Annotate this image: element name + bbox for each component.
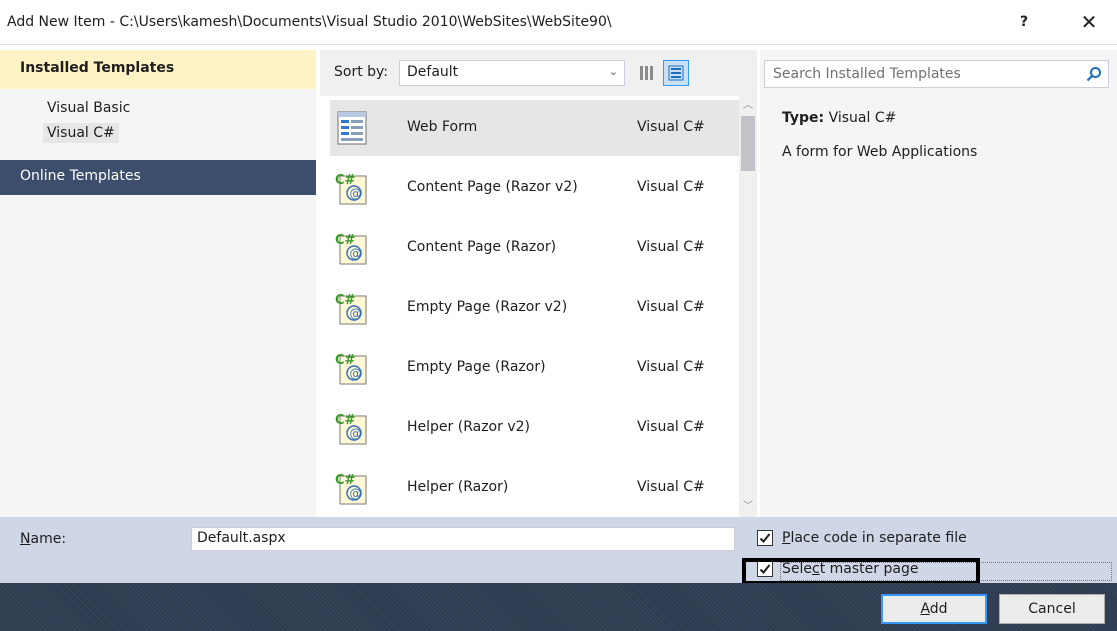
template-details-panel: Type: Visual C# A form for Web Applicati… — [760, 50, 1117, 517]
template-language: Visual C# — [637, 299, 705, 315]
template-row-web-form[interactable]: Web Form Visual C# — [330, 100, 740, 156]
sort-toolbar: Sort by: Default ⌄ — [320, 50, 757, 96]
sort-by-select[interactable]: Default ⌄ — [399, 60, 625, 86]
name-label: Name: — [20, 531, 66, 547]
scroll-up-arrow-icon[interactable]: ︿ — [739, 98, 757, 114]
separate-file-checkbox[interactable] — [757, 530, 773, 546]
template-row-helper-razor[interactable]: C# @ Helper (Razor) Visual C# — [330, 460, 740, 516]
add-button[interactable]: Add — [881, 594, 987, 624]
search-box — [764, 60, 1109, 88]
chevron-down-icon: ⌄ — [608, 65, 618, 78]
svg-text:@: @ — [350, 187, 362, 201]
search-icon[interactable] — [1086, 66, 1102, 82]
template-row-empty-page-razor[interactable]: C# @ Empty Page (Razor) Visual C# — [330, 340, 740, 396]
template-language: Visual C# — [637, 239, 705, 255]
template-language: Visual C# — [637, 119, 705, 135]
add-button-accel: A — [920, 601, 930, 617]
template-row-helper-razor-v2[interactable]: C# @ Helper (Razor v2) Visual C# — [330, 400, 740, 456]
tree-item-visual-csharp[interactable]: Visual C# — [43, 123, 119, 143]
search-input[interactable] — [765, 61, 1075, 87]
name-label-accel: N — [20, 531, 31, 547]
item-options-area: Name: Default.aspx Place code in separat… — [0, 517, 1117, 585]
template-row-content-page-razor-v2[interactable]: C# @ Content Page (Razor v2) Visual C# — [330, 160, 740, 216]
tree-item-visual-basic[interactable]: Visual Basic — [43, 98, 134, 118]
razor-page-icon: C# @ — [335, 473, 367, 505]
templates-panel: Sort by: Default ⌄ Web Form Visual C# C#… — [320, 50, 757, 517]
dialog-footer: Add Cancel — [0, 583, 1117, 631]
svg-text:@: @ — [350, 427, 362, 441]
installed-templates-header[interactable]: Installed Templates — [0, 50, 316, 89]
razor-page-icon: C# @ — [335, 173, 367, 205]
template-name: Content Page (Razor) — [407, 239, 557, 255]
type-label: Type: — [782, 110, 825, 126]
template-language: Visual C# — [637, 419, 705, 435]
close-button[interactable]: ✕ — [1076, 10, 1102, 34]
template-type-line: Type: Visual C# — [782, 110, 896, 126]
svg-text:@: @ — [350, 487, 362, 501]
checkmark-icon — [759, 533, 771, 543]
small-icons-view-button[interactable] — [634, 60, 660, 86]
title-bar: Add New Item - C:\Users\kamesh\Documents… — [0, 0, 1117, 45]
template-language: Visual C# — [637, 479, 705, 495]
cancel-button[interactable]: Cancel — [999, 594, 1105, 624]
separate-file-label: Place code in separate file — [782, 530, 967, 546]
highlight-annotation-box — [742, 558, 980, 585]
template-list: Web Form Visual C# C# @ Content Page (Ra… — [320, 96, 757, 517]
template-name: Content Page (Razor v2) — [407, 179, 578, 195]
template-name: Empty Page (Razor v2) — [407, 299, 568, 315]
razor-page-icon: C# @ — [335, 353, 367, 385]
template-categories-panel: Installed Templates Visual Basic Visual … — [0, 50, 316, 517]
template-name: Helper (Razor) — [407, 479, 509, 495]
list-view-icon — [668, 65, 684, 81]
name-field[interactable]: Default.aspx — [191, 527, 735, 551]
template-name: Empty Page (Razor) — [407, 359, 546, 375]
scroll-down-arrow-icon[interactable]: ﹀ — [739, 499, 757, 515]
separate-file-option[interactable]: Place code in separate file — [757, 530, 967, 546]
name-label-rest: ame: — [30, 531, 67, 547]
template-name: Helper (Razor v2) — [407, 419, 530, 435]
list-view-button[interactable] — [663, 60, 689, 86]
razor-page-icon: C# @ — [335, 293, 367, 325]
small-icons-view-icon — [640, 66, 653, 80]
svg-text:@: @ — [350, 307, 362, 321]
help-button[interactable]: ? — [1012, 10, 1036, 34]
type-value: Visual C# — [828, 110, 897, 126]
window-title: Add New Item - C:\Users\kamesh\Documents… — [7, 14, 612, 30]
online-templates-header[interactable]: Online Templates — [0, 160, 316, 195]
svg-text:@: @ — [350, 247, 362, 261]
svg-text:@: @ — [350, 367, 362, 381]
template-name: Web Form — [407, 119, 478, 135]
template-list-scrollbar[interactable]: ︿ ﹀ — [739, 96, 757, 517]
template-language: Visual C# — [637, 179, 705, 195]
template-language: Visual C# — [637, 359, 705, 375]
razor-page-icon: C# @ — [335, 413, 367, 445]
template-row-empty-page-razor-v2[interactable]: C# @ Empty Page (Razor v2) Visual C# — [330, 280, 740, 336]
scroll-thumb[interactable] — [741, 116, 755, 171]
razor-page-icon: C# @ — [335, 233, 367, 265]
template-description: A form for Web Applications — [782, 144, 978, 160]
add-button-rest: dd — [929, 601, 948, 617]
sort-by-label: Sort by: — [334, 64, 389, 80]
separate-file-label-rest: lace code in separate file — [790, 530, 967, 546]
web-form-icon — [337, 111, 367, 145]
sort-by-value: Default — [407, 64, 459, 80]
template-row-content-page-razor[interactable]: C# @ Content Page (Razor) Visual C# — [330, 220, 740, 276]
